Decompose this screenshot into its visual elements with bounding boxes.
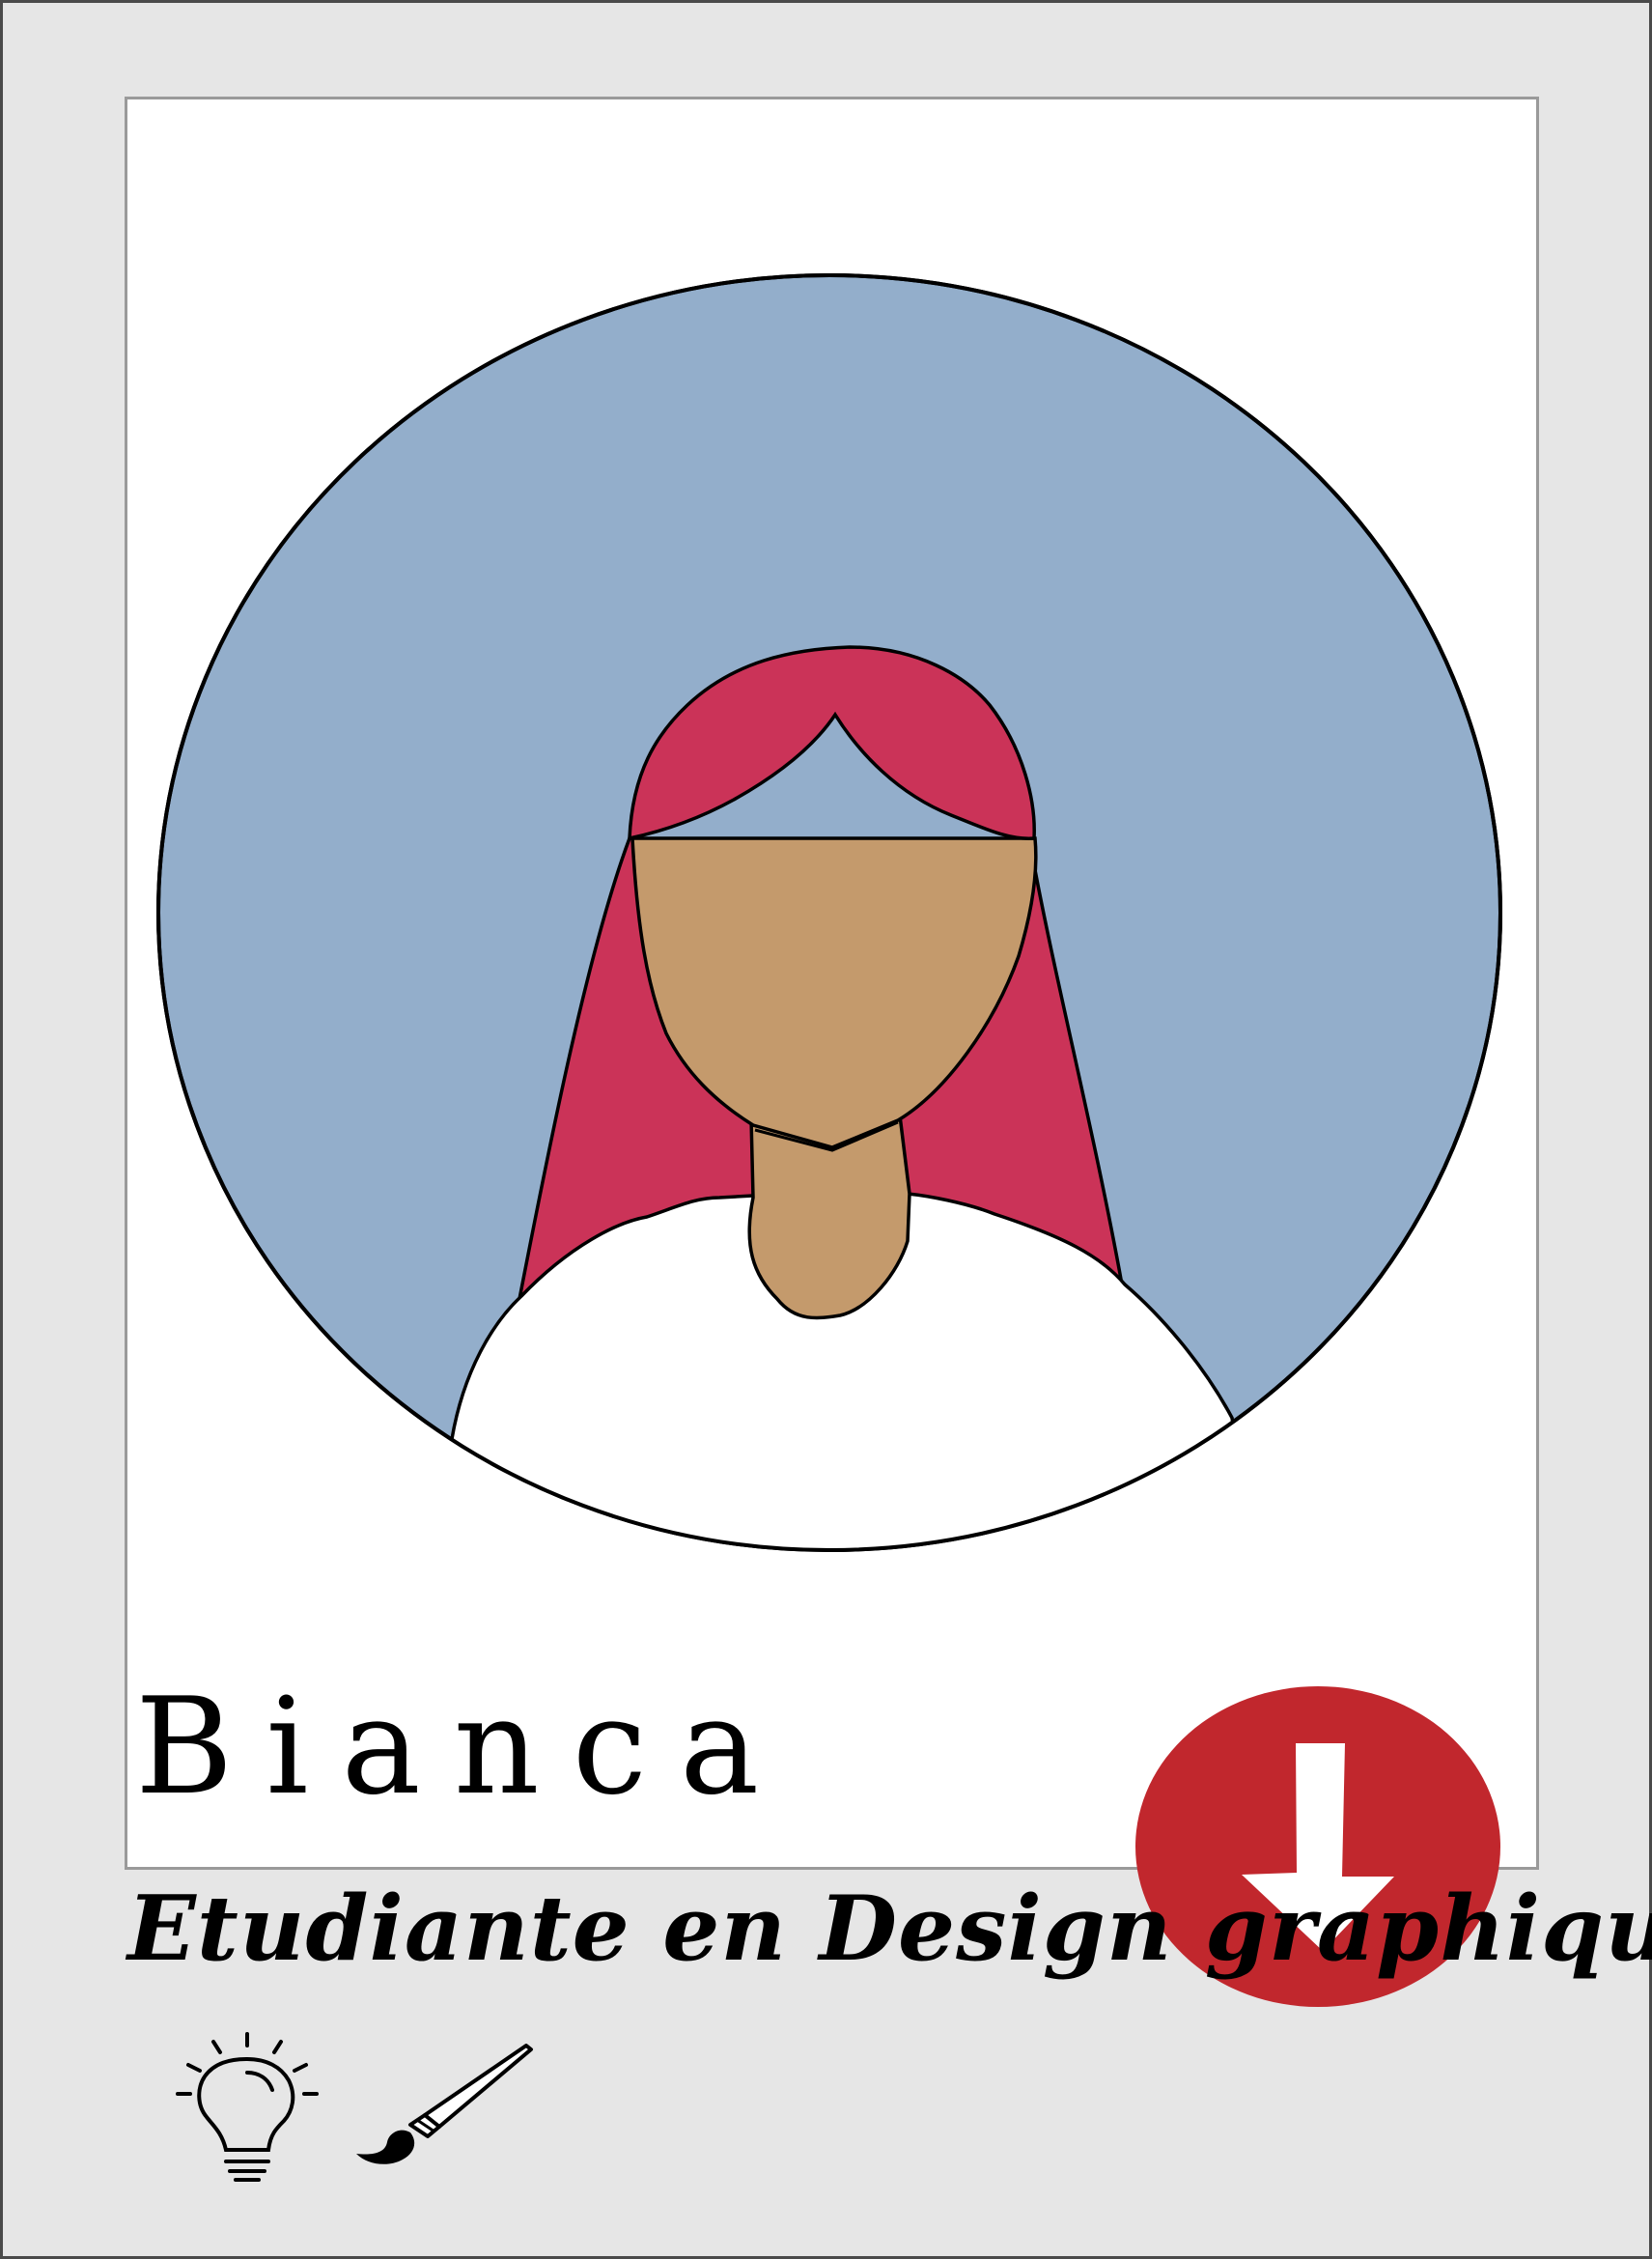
paintbrush-icon: [356, 2044, 533, 2164]
lightbulb-icon: [176, 2032, 319, 2182]
card-role: Etudiante en Design graphique: [127, 1876, 1652, 1981]
card-name: Bianca: [135, 1669, 793, 1824]
